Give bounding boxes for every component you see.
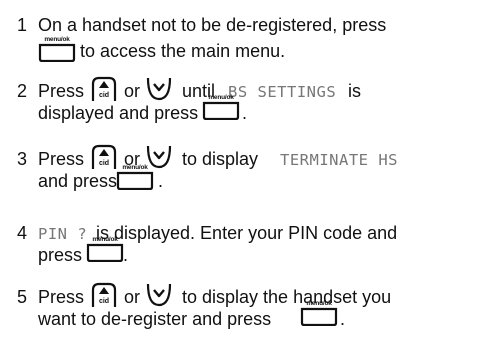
cid-key-label: cid	[98, 92, 110, 99]
step-text: press	[38, 245, 83, 265]
lcd-text: PIN ?	[38, 225, 88, 243]
step-number: 2	[16, 81, 27, 101]
cid-key-label: cid	[98, 298, 110, 305]
up-cid-key-icon: cid	[90, 144, 118, 170]
step-text: is	[348, 81, 361, 101]
up-cid-key-icon: cid	[90, 76, 118, 102]
step-number: 4	[16, 223, 27, 243]
step-text: or	[124, 81, 141, 101]
step-text: Press	[38, 81, 85, 101]
menu-ok-key-label: menu/ok	[44, 36, 70, 43]
step-text: On a handset not to be de-registered, pr…	[38, 15, 387, 35]
step-text: .	[242, 103, 248, 123]
up-cid-key-icon: cid	[90, 282, 118, 308]
step-text: to display	[182, 149, 259, 169]
down-key-icon	[146, 76, 172, 102]
menu-ok-key-icon: menu/ok	[116, 164, 154, 190]
step-text: Press	[38, 149, 85, 169]
step-text: .	[158, 171, 164, 191]
step-number: 3	[16, 149, 27, 169]
step-text: and press	[38, 171, 118, 191]
menu-ok-key-label: menu/ok	[92, 236, 118, 243]
menu-ok-key-icon: menu/ok	[86, 236, 124, 262]
menu-ok-key-label: menu/ok	[122, 164, 148, 171]
step-text: to display the handset you	[182, 287, 392, 307]
down-key-icon	[146, 282, 172, 308]
step-text: or	[124, 287, 141, 307]
menu-ok-key-label: menu/ok	[306, 300, 332, 307]
step-text: want to de-register and press	[38, 309, 272, 329]
step-text: displayed and press	[38, 103, 199, 123]
step-text: is displayed. Enter your PIN code and	[96, 223, 398, 243]
menu-ok-key-label: menu/ok	[208, 94, 234, 101]
step-text: .	[123, 245, 129, 265]
step-number: 5	[16, 287, 27, 307]
menu-ok-key-icon: menu/ok	[202, 94, 240, 120]
menu-ok-key-icon: menu/ok	[300, 300, 338, 326]
step-number: 1	[16, 15, 27, 35]
cid-key-label: cid	[98, 160, 110, 167]
lcd-text: TERMINATE HS	[280, 151, 398, 169]
step-text: Press	[38, 287, 85, 307]
menu-ok-key-icon: menu/ok	[38, 36, 76, 62]
step-text: to access the main menu.	[80, 41, 286, 61]
step-text: .	[340, 309, 346, 329]
lcd-text: BS SETTINGS	[228, 83, 337, 101]
